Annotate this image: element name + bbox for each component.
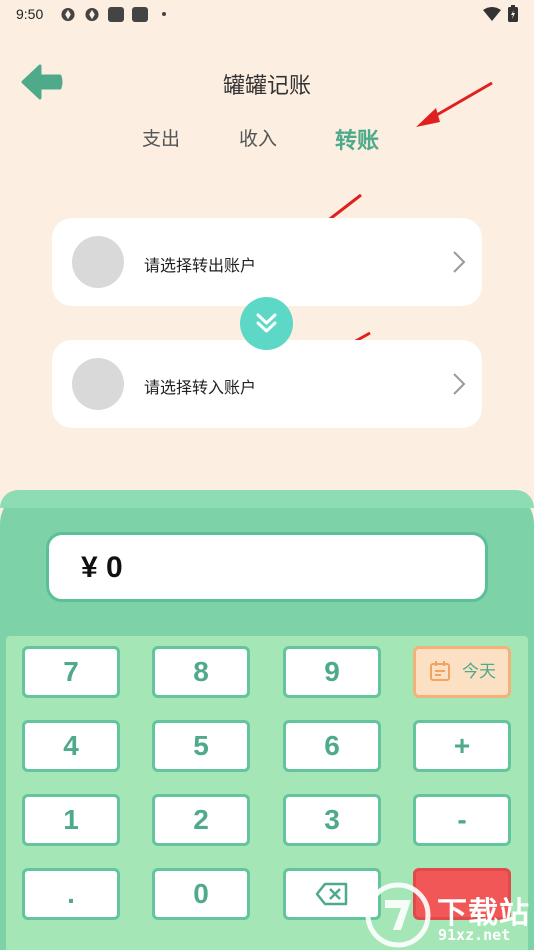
swap-accounts-button[interactable]	[240, 297, 293, 350]
to-account-card[interactable]: 请选择转入账户	[52, 340, 482, 428]
watermark-url: 91xz.net	[438, 926, 511, 944]
calendar-icon	[430, 660, 450, 681]
key-8[interactable]: 8	[152, 646, 250, 698]
today-label: 今天	[462, 662, 496, 681]
from-account-label: 请选择转出账户	[144, 256, 257, 275]
date-today-button[interactable]: 今天	[413, 646, 511, 698]
tab-transfer[interactable]: 转账	[335, 123, 379, 155]
app-notification-icon	[85, 7, 99, 22]
key-dot[interactable]: .	[22, 868, 120, 920]
key-0[interactable]: 0	[152, 868, 250, 920]
from-account-card[interactable]: 请选择转出账户	[52, 218, 482, 306]
to-account-label: 请选择转入账户	[144, 378, 257, 397]
key-7[interactable]: 7	[22, 646, 120, 698]
key-plus[interactable]: +	[413, 720, 511, 772]
key-3[interactable]: 3	[283, 794, 381, 846]
key-9[interactable]: 9	[283, 646, 381, 698]
amount-value: ¥ 0	[81, 551, 123, 584]
key-5[interactable]: 5	[152, 720, 250, 772]
app-notification-icon	[61, 7, 75, 22]
site-watermark: 下载站 91xz.net	[365, 880, 534, 950]
status-time: 9:50	[16, 6, 44, 22]
more-notifications-icon	[162, 12, 166, 16]
key-6[interactable]: 6	[283, 720, 381, 772]
chevron-right-icon	[453, 251, 466, 273]
app-notification-icon	[108, 7, 124, 22]
status-bar: 9:50	[0, 0, 534, 28]
key-4[interactable]: 4	[22, 720, 120, 772]
from-account-avatar	[72, 236, 124, 288]
watermark-logo-icon	[365, 882, 431, 948]
key-2[interactable]: 2	[152, 794, 250, 846]
annotation-arrow	[416, 81, 493, 127]
battery-icon	[508, 5, 518, 22]
amount-display: ¥ 0	[46, 532, 488, 602]
tab-expense[interactable]: 支出	[142, 124, 180, 151]
key-1[interactable]: 1	[22, 794, 120, 846]
backspace-icon	[315, 882, 348, 906]
app-notification-icon	[132, 7, 148, 22]
double-chevron-down-icon	[256, 313, 277, 333]
key-minus[interactable]: -	[413, 794, 511, 846]
to-account-avatar	[72, 358, 124, 410]
chevron-right-icon	[453, 373, 466, 395]
tab-income[interactable]: 收入	[239, 124, 277, 151]
wifi-icon	[483, 7, 501, 21]
